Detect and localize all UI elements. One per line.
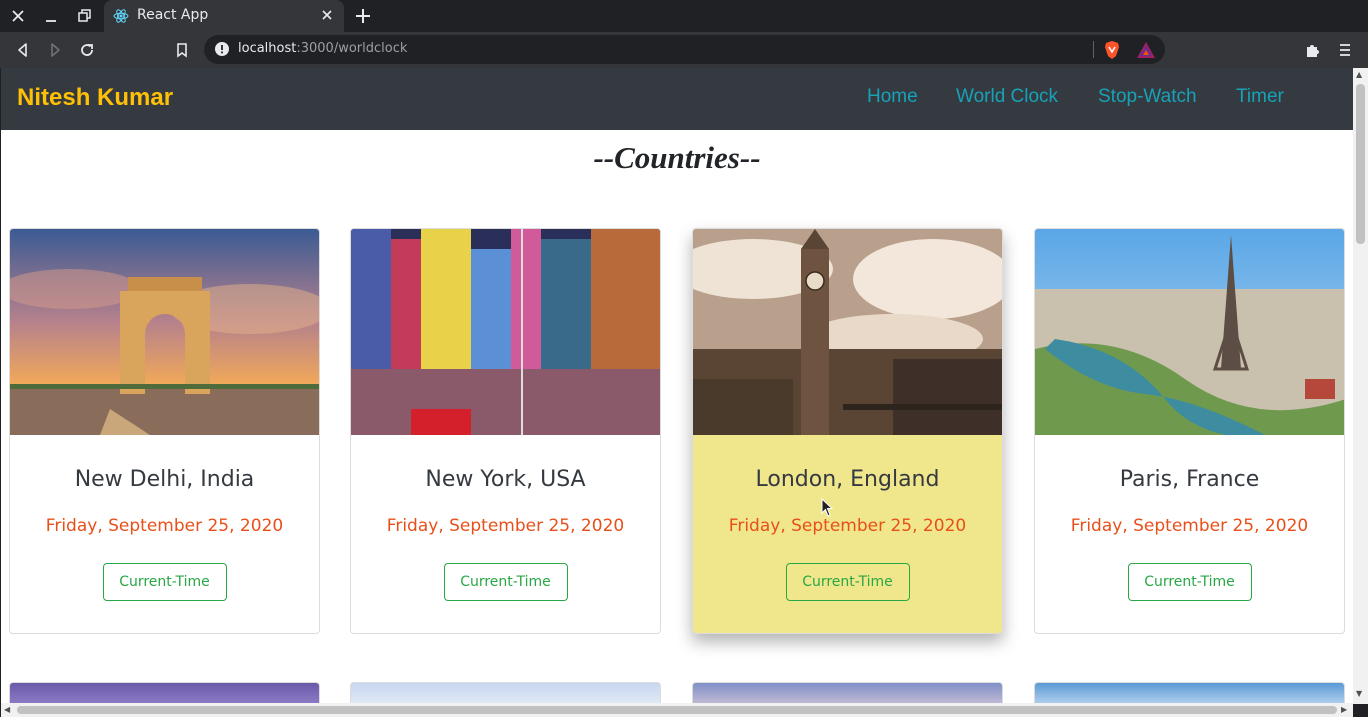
card-title: London, England xyxy=(755,467,940,492)
eiffel-tower-photo xyxy=(1035,229,1344,435)
url-text: localhost:3000/worldclock xyxy=(238,41,407,56)
card-title: New Delhi, India xyxy=(74,467,255,492)
brave-shield-icon[interactable] xyxy=(1103,40,1121,60)
vertical-scroll-thumb[interactable] xyxy=(1356,84,1365,244)
card-title: New York, USA xyxy=(425,467,586,492)
card-date: Friday, September 25, 2020 xyxy=(45,516,284,536)
nav-link-stop-watch[interactable]: Stop-Watch xyxy=(1098,86,1197,108)
page-viewport: Nitesh Kumar Home World Clock Stop-Watch… xyxy=(1,68,1353,704)
scroll-down-arrow-icon[interactable]: ▼ xyxy=(1356,689,1362,698)
current-time-button[interactable]: Current-Time xyxy=(443,563,568,601)
url-path: :3000/worldclock xyxy=(296,41,408,56)
card-date: Friday, September 25, 2020 xyxy=(1070,516,1309,536)
address-bar[interactable]: localhost:3000/worldclock xyxy=(204,35,1165,64)
brand-name[interactable]: Nitesh Kumar xyxy=(17,84,173,112)
extensions-puzzle-icon[interactable] xyxy=(1303,40,1323,60)
india-gate-photo xyxy=(10,229,319,435)
browser-toolbar: localhost:3000/worldclock xyxy=(0,32,1368,68)
horizontal-scrollbar[interactable]: ◀ ▶ xyxy=(1,703,1353,717)
mouse-pointer-icon xyxy=(821,497,835,518)
react-logo-icon xyxy=(113,8,129,24)
menu-hamburger-icon[interactable] xyxy=(1335,40,1355,60)
vertical-scrollbar[interactable]: ▲ ▼ xyxy=(1353,68,1368,704)
card-date: Friday, September 25, 2020 xyxy=(728,516,967,536)
country-card-paris: Paris, France Friday, September 25, 2020… xyxy=(1034,228,1345,634)
current-time-button[interactable]: Current-Time xyxy=(102,563,227,601)
scroll-up-arrow-icon[interactable]: ▲ xyxy=(1356,70,1362,79)
close-window-icon[interactable] xyxy=(8,6,28,26)
country-card-london: London, England Friday, September 25, 20… xyxy=(692,228,1003,634)
nav-link-home[interactable]: Home xyxy=(867,86,918,108)
tab-title: React App xyxy=(137,7,209,23)
big-ben-photo xyxy=(693,229,1002,435)
country-card-partial-image xyxy=(692,682,1003,704)
scroll-left-arrow-icon[interactable]: ◀ xyxy=(4,705,10,714)
current-time-button[interactable]: Current-Time xyxy=(1127,563,1252,601)
forward-arrow-icon[interactable] xyxy=(45,40,65,60)
brave-rewards-icon[interactable] xyxy=(1136,41,1156,59)
scroll-right-arrow-icon[interactable]: ▶ xyxy=(1341,705,1347,714)
new-tab-plus-icon[interactable] xyxy=(352,5,374,27)
site-navbar: Nitesh Kumar Home World Clock Stop-Watch… xyxy=(1,68,1353,130)
browser-tab-bar: React App xyxy=(0,0,1368,32)
current-time-button[interactable]: Current-Time xyxy=(785,563,910,601)
url-divider xyxy=(1093,41,1094,58)
card-date: Friday, September 25, 2020 xyxy=(386,516,625,536)
page-heading: --Countries-- xyxy=(593,140,761,175)
nav-link-world-clock[interactable]: World Clock xyxy=(956,86,1058,108)
bookmark-icon[interactable] xyxy=(172,40,192,60)
country-card-partial-image xyxy=(350,682,661,704)
back-arrow-icon[interactable] xyxy=(13,40,33,60)
card-title: Paris, France xyxy=(1119,467,1260,492)
site-info-icon[interactable] xyxy=(214,41,230,57)
country-card-partial-image xyxy=(9,682,320,704)
minimize-window-icon[interactable] xyxy=(41,6,61,26)
horizontal-scroll-thumb[interactable] xyxy=(17,706,1337,714)
country-card-partial-image xyxy=(1034,682,1345,704)
reload-icon[interactable] xyxy=(77,40,97,60)
times-square-photo xyxy=(351,229,660,435)
browser-tab-active[interactable]: React App xyxy=(104,0,344,32)
country-card-new-york: New York, USA Friday, September 25, 2020… xyxy=(350,228,661,634)
tab-close-icon[interactable] xyxy=(318,6,336,24)
url-host: localhost xyxy=(238,41,297,56)
country-card-new-delhi: New Delhi, India Friday, September 25, 2… xyxy=(9,228,320,634)
nav-link-timer[interactable]: Timer xyxy=(1236,86,1284,108)
restore-window-icon[interactable] xyxy=(74,6,94,26)
